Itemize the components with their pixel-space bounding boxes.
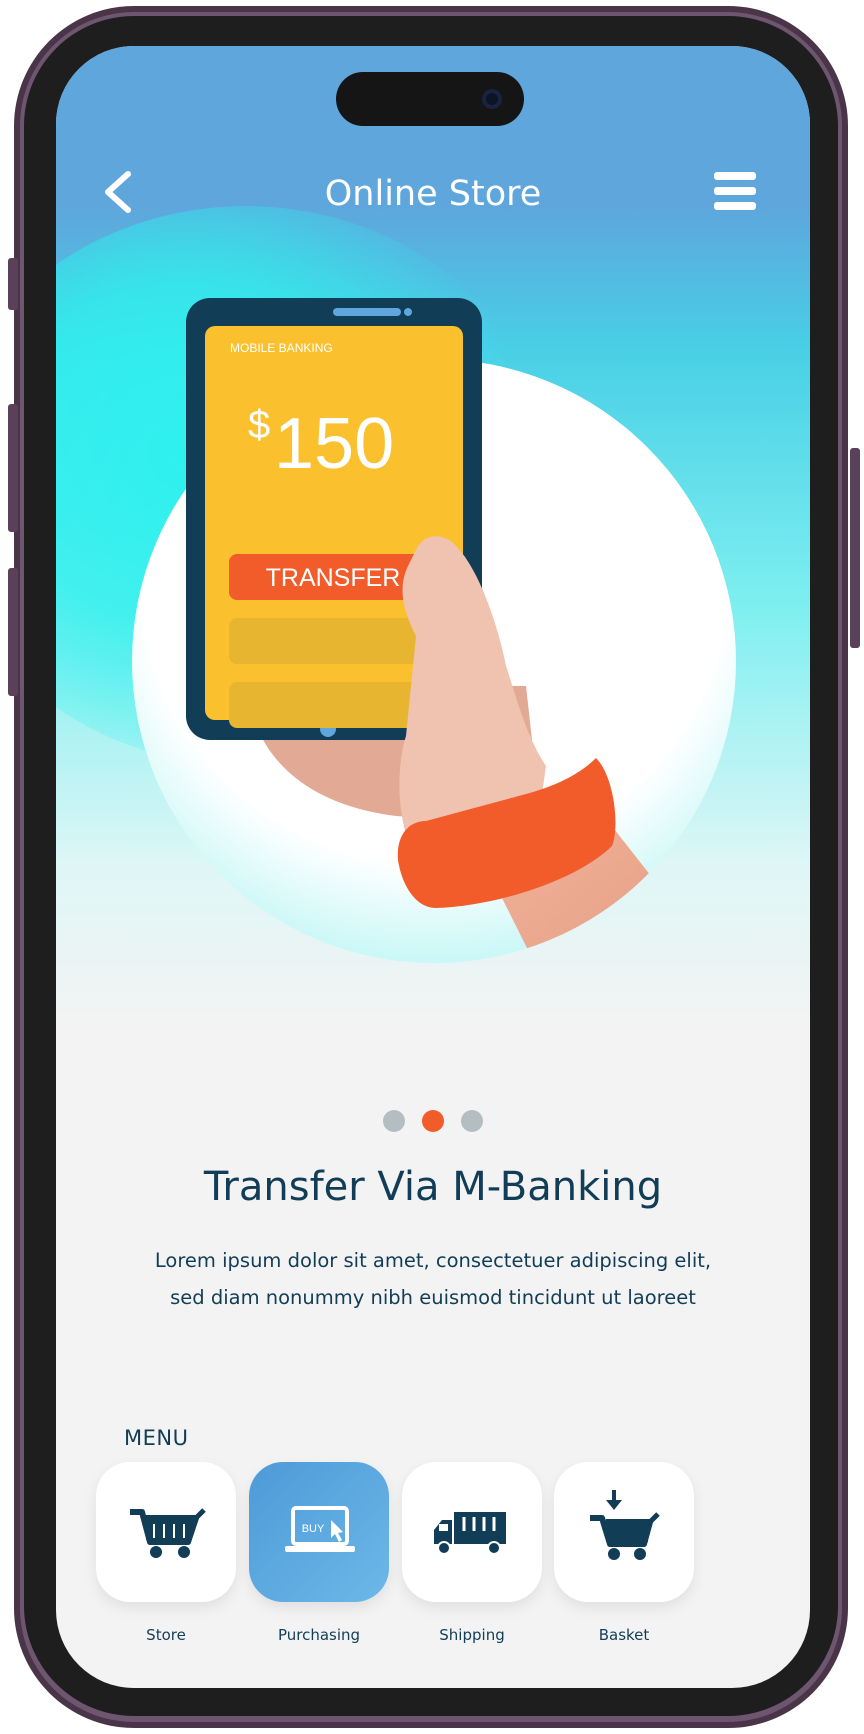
app-header: Online Store [56, 156, 810, 236]
menu-button[interactable] [712, 170, 760, 212]
currency-symbol: $ [248, 403, 270, 447]
power-button [850, 448, 860, 648]
laptop-buy-icon: BUY [285, 1506, 355, 1552]
carousel-pager [56, 1110, 810, 1136]
description-line: Lorem ipsum dolor sit amet, consectetuer… [154, 1249, 712, 1272]
menu-label-store: Store [146, 1626, 186, 1644]
menu-tile-store[interactable] [96, 1462, 236, 1602]
dynamic-island [336, 72, 524, 126]
action-button [8, 258, 18, 310]
description: Lorem ipsum dolor sit amet, consectetuer… [116, 1242, 750, 1316]
svg-text:BUY: BUY [302, 1523, 325, 1535]
volume-down-button [8, 568, 18, 696]
pager-dot[interactable] [461, 1110, 484, 1132]
placeholder-bar [229, 618, 437, 664]
basket-add-icon [590, 1490, 660, 1560]
phone-caption: MOBILE BANKING [230, 341, 333, 355]
pager-dot[interactable] [382, 1110, 405, 1132]
transfer-label: TRANSFER [266, 564, 401, 592]
placeholder-bar [229, 682, 437, 728]
volume-up-button [8, 404, 18, 532]
pager-dot-active[interactable] [422, 1110, 444, 1132]
front-camera-icon [482, 89, 502, 109]
back-button[interactable] [92, 164, 148, 220]
page-title: Online Store [324, 174, 542, 214]
headline: Transfer Via M-Banking [203, 1164, 663, 1210]
menu-label-purchasing: Purchasing [277, 1626, 361, 1644]
delivery-truck-icon [434, 1512, 506, 1555]
app-screen: MOBILE BANKING $ 150 TRANSFER Online Sto… [56, 46, 810, 1688]
menu-tile-purchasing[interactable]: BUY [249, 1462, 389, 1602]
menu-section-label: MENU [124, 1426, 189, 1450]
chevron-left-icon [105, 171, 131, 213]
menu-label-basket: Basket [598, 1626, 650, 1644]
menu-tile-shipping[interactable] [402, 1462, 542, 1602]
description-line: sed diam nonummy nibh euismod tincidunt … [170, 1286, 696, 1309]
amount-value: 150 [274, 404, 394, 484]
menu-label-shipping: Shipping [439, 1626, 505, 1644]
hamburger-menu-icon [714, 172, 756, 180]
shopping-cart-icon [130, 1508, 206, 1558]
menu-tile-basket[interactable] [554, 1462, 694, 1602]
